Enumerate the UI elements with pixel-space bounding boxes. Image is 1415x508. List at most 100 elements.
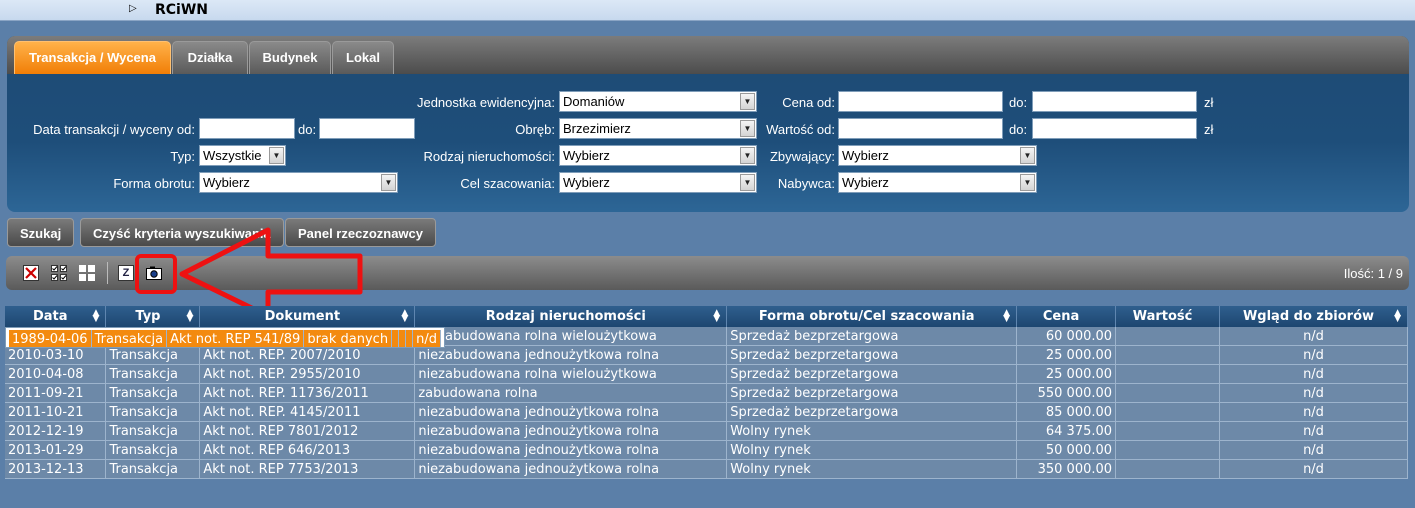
cena-od-input[interactable]: [838, 91, 1003, 112]
table-cell: Wolny rynek: [726, 459, 1018, 479]
table-cell: [1115, 327, 1220, 346]
table-cell: Akt not. REP 7801/2012: [199, 421, 416, 441]
tab-transakcja-wycena[interactable]: Transakcja / Wycena: [14, 41, 171, 74]
table-cell: n/d: [1219, 364, 1408, 384]
column-header-cena[interactable]: Cena: [1016, 306, 1117, 327]
table-cell: niezabudowana jednoużytkowa rolna: [414, 440, 728, 460]
select-all-icon[interactable]: [51, 265, 67, 281]
highlight-box: [135, 254, 177, 294]
forma-obrotu-select[interactable]: Wybierz ▼: [199, 172, 398, 193]
expand-triangle-icon[interactable]: ▷: [129, 3, 137, 14]
table-row[interactable]: 1989-04-06 Transakcja Akt not. REP 541/89 b…: [5, 327, 445, 348]
table-cell: niezabudowana rolna wieloużytkowa: [414, 327, 728, 346]
table-cell: 2012-12-19: [5, 421, 107, 441]
column-header-rodzaj[interactable]: Rodzaj nieruchomości ▲ ▼: [414, 306, 728, 327]
table-cell: Transakcja: [105, 402, 201, 422]
table-header-row: Data ▲ ▼ Typ ▲ ▼ Dokument ▲ ▼ Rodzaj nieruchom…: [5, 306, 1408, 327]
jednostka-value: Domaniów: [563, 94, 625, 109]
table-cell: Sprzedaż bezprzetargowa: [726, 327, 1018, 346]
table-row[interactable]: 2011-09-21 Transakcja Akt not. REP. 11736/…: [5, 383, 1408, 403]
table-cell: brak danych: [303, 330, 393, 347]
table-cell: 85 000.00: [1016, 402, 1117, 422]
table-cell: Transakcja: [105, 421, 201, 441]
table-cell: Transakcja: [105, 364, 201, 384]
typ-select[interactable]: Wszystkie ▼: [199, 145, 286, 166]
tab-budynek[interactable]: Budynek: [249, 41, 331, 74]
search-button[interactable]: Szukaj: [7, 218, 75, 247]
table-cell: 2010-03-10: [5, 345, 107, 365]
column-header-wartosc[interactable]: Wartość: [1115, 306, 1220, 327]
obreb-label: Obręb:: [515, 122, 555, 137]
table-cell: n/d: [412, 330, 441, 347]
table-row[interactable]: 2011-10-21 Transakcja Akt not. REP. 4145/2…: [5, 402, 1408, 422]
table-cell: [1115, 459, 1220, 479]
table-row[interactable]: 2013-01-29 Transakcja Akt not. REP 646/201…: [5, 440, 1408, 460]
table-cell: Sprzedaż bezprzetargowa: [726, 383, 1018, 403]
table-cell: 25 000.00: [1016, 345, 1117, 365]
sort-icon: ▲ ▼: [186, 308, 194, 324]
table-cell: [1115, 421, 1220, 441]
wartosc-od-input[interactable]: [838, 118, 1003, 139]
zbywajacy-value: Wybierz: [842, 148, 889, 163]
tab-lokal[interactable]: Lokal: [332, 41, 394, 74]
table-cell: zabudowana rolna: [414, 383, 728, 403]
table-cell: Akt not. REP. 2007/2010: [199, 345, 416, 365]
table-row[interactable]: 2013-12-13 Transakcja Akt not. REP 7753/20…: [5, 459, 1408, 479]
column-header-wglad[interactable]: Wgląd do zbiorów ▲ ▼: [1219, 306, 1408, 327]
table-cell: Akt not. REP 646/2013: [199, 440, 416, 460]
column-header-data[interactable]: Data ▲ ▼: [5, 306, 107, 327]
table-cell: Transakcja: [91, 330, 168, 347]
table-cell: Sprzedaż bezprzetargowa: [726, 402, 1018, 422]
data-od-input[interactable]: [199, 118, 295, 139]
table-row[interactable]: 2010-04-08 Transakcja Akt not. REP. 2955/2…: [5, 364, 1408, 384]
cel-szacowania-label: Cel szacowania:: [460, 176, 555, 191]
table-cell: Transakcja: [105, 345, 201, 365]
cena-do-label: do:: [1009, 95, 1028, 110]
table-cell: [1115, 402, 1220, 422]
table-cell: [391, 330, 400, 347]
table-cell: [405, 330, 414, 347]
table-cell: [1115, 383, 1220, 403]
forma-obrotu-value: Wybierz: [203, 175, 250, 190]
grid-view-icon[interactable]: [79, 265, 95, 281]
table-cell: 2011-10-21: [5, 402, 107, 422]
tab-dzialka[interactable]: Działka: [172, 41, 248, 74]
rodzaj-select[interactable]: Wybierz ▼: [559, 145, 757, 166]
results-table: Data ▲ ▼ Typ ▲ ▼ Dokument ▲ ▼ Rodzaj nieruchom…: [5, 306, 1408, 479]
forma-obrotu-label: Forma obrotu:: [113, 176, 195, 191]
column-header-typ[interactable]: Typ ▲ ▼: [105, 306, 201, 327]
column-header-dokument[interactable]: Dokument ▲ ▼: [199, 306, 416, 327]
wartosc-od-label: Wartość od:: [766, 122, 835, 137]
cena-do-input[interactable]: [1032, 91, 1197, 112]
table-cell: 50 000.00: [1016, 440, 1117, 460]
obreb-select[interactable]: Brzezimierz ▼: [559, 118, 757, 139]
nabywca-select[interactable]: Wybierz ▼: [838, 172, 1037, 193]
table-cell: n/d: [1219, 421, 1408, 441]
zbywajacy-label: Zbywający:: [769, 149, 835, 164]
toolbar-divider: [107, 262, 108, 284]
data-od-label: Data transakcji / wyceny od:: [33, 122, 195, 137]
table-cell: Transakcja: [105, 459, 201, 479]
sort-icon: ▲ ▼: [1003, 308, 1011, 324]
table-row[interactable]: 2010-03-10 Transakcja Akt not. REP. 2007/2…: [5, 345, 1408, 365]
zbywajacy-select[interactable]: Wybierz ▼: [838, 145, 1037, 166]
nabywca-value: Wybierz: [842, 175, 889, 190]
report-icon[interactable]: Z: [118, 265, 134, 281]
table-cell: [398, 330, 407, 347]
table-cell: Akt not. REP. 4145/2011: [199, 402, 416, 422]
table-cell: 2011-09-21: [5, 383, 107, 403]
table-cell: niezabudowana jednoużytkowa rolna: [414, 402, 728, 422]
delete-icon[interactable]: [23, 265, 39, 281]
table-cell: niezabudowana rolna wieloużytkowa: [414, 364, 728, 384]
table-row[interactable]: 2012-12-19 Transakcja Akt not. REP 7801/20…: [5, 421, 1408, 441]
wartosc-do-input[interactable]: [1032, 118, 1197, 139]
rodzaj-label: Rodzaj nieruchomości:: [423, 149, 555, 164]
table-cell: 2013-12-13: [5, 459, 107, 479]
cel-szacowania-select[interactable]: Wybierz ▼: [559, 172, 757, 193]
jednostka-select[interactable]: Domaniów ▼: [559, 91, 757, 112]
column-header-forma[interactable]: Forma obrotu/Cel szacowania ▲ ▼: [726, 306, 1018, 327]
typ-label: Typ:: [170, 149, 195, 164]
result-count: Ilość: 1 / 9: [1343, 266, 1403, 281]
table-cell: Akt not. REP 541/89: [166, 330, 305, 347]
table-cell: Sprzedaż bezprzetargowa: [726, 345, 1018, 365]
